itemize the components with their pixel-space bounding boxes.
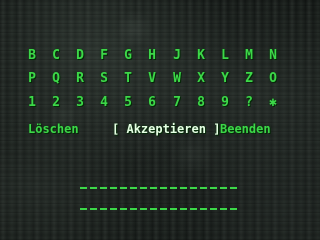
quit-button[interactable]: Beenden — [220, 121, 271, 137]
key-2[interactable]: 2 — [48, 95, 64, 111]
key-3[interactable]: 3 — [72, 95, 88, 111]
key-r[interactable]: R — [72, 71, 88, 87]
entry-line-2 — [80, 208, 238, 210]
key-s[interactable]: S — [96, 71, 112, 87]
key-q[interactable]: Q — [48, 71, 64, 87]
key-5[interactable]: 5 — [120, 95, 136, 111]
key-w[interactable]: W — [169, 71, 185, 87]
key-b[interactable]: B — [24, 48, 40, 64]
key-n[interactable]: N — [265, 48, 281, 64]
key-4[interactable]: 4 — [96, 95, 112, 111]
key-star[interactable]: ✱ — [265, 95, 281, 111]
key-j[interactable]: J — [169, 48, 185, 64]
delete-button[interactable]: Löschen — [28, 121, 79, 137]
key-d[interactable]: D — [72, 48, 88, 64]
key-g[interactable]: G — [120, 48, 136, 64]
key-v[interactable]: V — [144, 71, 160, 87]
key-t[interactable]: T — [120, 71, 136, 87]
entry-line-1 — [80, 187, 238, 189]
key-y[interactable]: Y — [217, 71, 233, 87]
accept-label: Akzeptieren — [126, 122, 206, 136]
entry-line-1-text — [80, 174, 238, 186]
key-9[interactable]: 9 — [217, 95, 233, 111]
key-6[interactable]: 6 — [144, 95, 160, 111]
key-h[interactable]: H — [144, 48, 160, 64]
key-8[interactable]: 8 — [193, 95, 209, 111]
key-question[interactable]: ? — [241, 95, 257, 111]
name-entry-screen: B C D F G H J K L M N P Q R S T V W X Y … — [0, 0, 320, 240]
accept-button[interactable]: [ Akzeptieren ] — [112, 121, 220, 137]
key-o[interactable]: O — [265, 71, 281, 87]
key-x[interactable]: X — [193, 71, 209, 87]
key-1[interactable]: 1 — [24, 95, 40, 111]
key-m[interactable]: M — [241, 48, 257, 64]
key-7[interactable]: 7 — [169, 95, 185, 111]
key-c[interactable]: C — [48, 48, 64, 64]
key-p[interactable]: P — [24, 71, 40, 87]
key-l[interactable]: L — [217, 48, 233, 64]
key-f[interactable]: F — [96, 48, 112, 64]
accept-open-bracket: [ — [112, 122, 120, 136]
key-k[interactable]: K — [193, 48, 209, 64]
entry-line-2-text — [80, 195, 238, 207]
key-z[interactable]: Z — [241, 71, 257, 87]
